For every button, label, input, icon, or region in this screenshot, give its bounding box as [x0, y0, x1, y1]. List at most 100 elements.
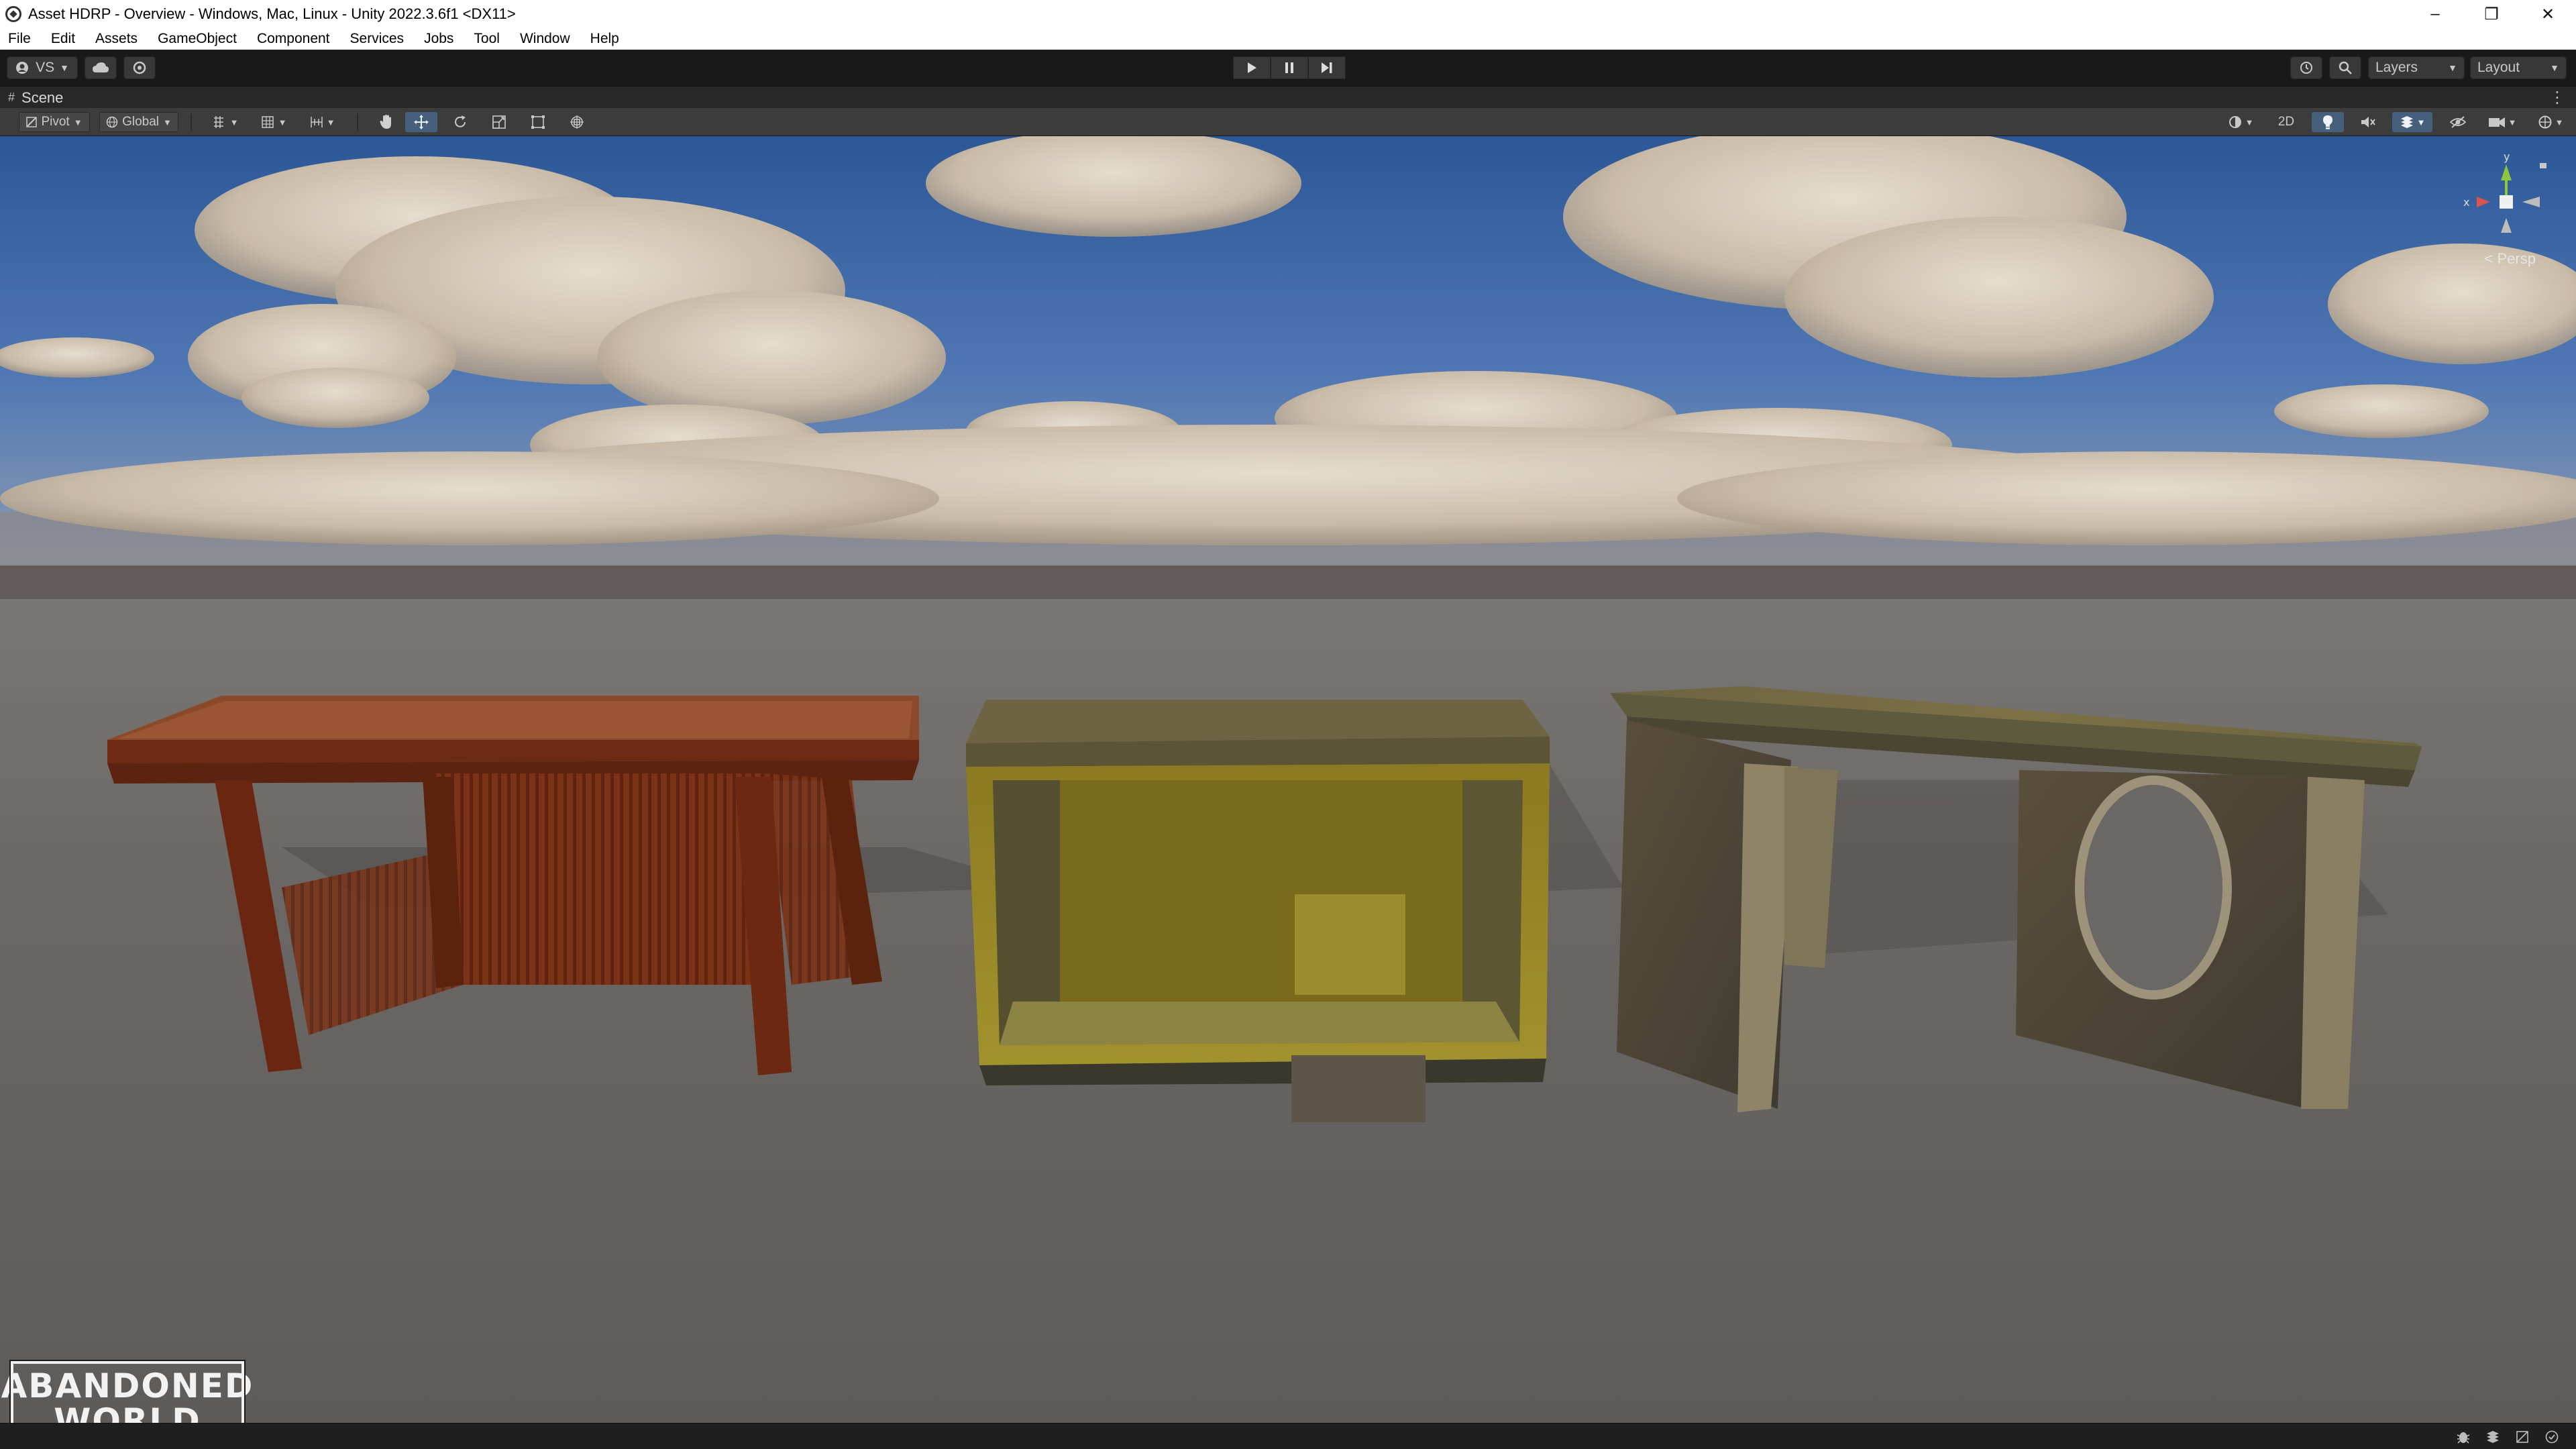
restore-button[interactable]: ❐: [2463, 0, 2520, 28]
minimize-button[interactable]: –: [2407, 0, 2463, 28]
rect-tool-icon: [531, 115, 545, 129]
progress-done-icon[interactable]: [2537, 1428, 2567, 1446]
gizmo-x-label: x: [2463, 196, 2469, 209]
grid-snap-dropdown[interactable]: ▼: [203, 112, 248, 132]
logo-line1: ABANDONED: [1, 1366, 254, 1405]
menu-window[interactable]: Window: [520, 31, 570, 47]
lighting-toggle[interactable]: [2312, 112, 2344, 132]
2d-toggle[interactable]: 2D: [2270, 112, 2302, 132]
layers-label: Layers: [2375, 60, 2418, 75]
lighting-icon: [2323, 115, 2332, 129]
step-button[interactable]: [1308, 56, 1346, 79]
snap-increment-dropdown[interactable]: ▼: [251, 112, 297, 132]
search-icon: [2339, 61, 2352, 74]
gizmos-icon: [2538, 115, 2552, 129]
gizmo-y-label: y: [2504, 150, 2510, 163]
move-tool-button[interactable]: [405, 112, 437, 132]
status-icons: [2449, 1428, 2567, 1446]
tab-scene[interactable]: # Scene: [8, 87, 63, 109]
chevron-down-icon: ▼: [2245, 117, 2254, 127]
scene-tab-label: Scene: [21, 89, 64, 106]
rotate-tool-icon: [455, 115, 466, 127]
scene-render: [0, 136, 2576, 1423]
scale-tool-button[interactable]: [483, 112, 515, 132]
grid-icon: [213, 116, 223, 128]
scene-tab-icon: #: [8, 91, 15, 104]
main-toolbar: VS ▼ Layers ▼ Layout ▼: [0, 50, 2576, 86]
close-button[interactable]: ✕: [2520, 0, 2576, 28]
pivot-dropdown[interactable]: Pivot ▼: [19, 112, 90, 132]
chevron-down-icon: ▼: [2508, 117, 2517, 127]
pivot-icon: [26, 117, 38, 127]
account-label: VS: [36, 60, 55, 75]
scene-viewport[interactable]: y x < Persp ABANDONED WORLD: [0, 136, 2576, 1423]
rect-tool-button[interactable]: [522, 112, 554, 132]
2d-label: 2D: [2277, 115, 2295, 129]
account-dropdown[interactable]: VS ▼: [7, 56, 78, 79]
audio-toggle[interactable]: [2352, 112, 2384, 132]
menu-edit[interactable]: Edit: [51, 31, 75, 47]
chevron-down-icon: ▼: [2555, 117, 2564, 127]
gizmos-dropdown[interactable]: ▼: [2530, 112, 2571, 132]
scene-toolbar: Pivot ▼ Global ▼ ▼ ▼ ▼ ▼ 2D ▼ ▼ ▼: [0, 108, 2576, 136]
collab-button[interactable]: [123, 56, 156, 79]
chevron-down-icon: ▼: [229, 117, 239, 127]
menu-bar: File Edit Assets GameObject Component Se…: [0, 28, 2576, 50]
chevron-down-icon: ▼: [60, 62, 69, 73]
global-dropdown[interactable]: Global ▼: [99, 112, 178, 132]
window-title: Asset HDRP - Overview - Windows, Mac, Li…: [28, 5, 516, 22]
menu-assets[interactable]: Assets: [95, 31, 138, 47]
layout-dropdown[interactable]: Layout ▼: [2470, 56, 2567, 79]
layout-label: Layout: [2477, 60, 2520, 75]
chevron-down-icon: ▼: [278, 117, 287, 127]
more-options-icon[interactable]: ⋮: [2549, 88, 2565, 107]
pause-button[interactable]: [1271, 56, 1308, 79]
menu-jobs[interactable]: Jobs: [424, 31, 453, 47]
menu-file[interactable]: File: [8, 31, 31, 47]
search-button[interactable]: [2329, 56, 2361, 79]
chevron-down-icon: ▼: [163, 117, 172, 127]
play-icon: [1248, 62, 1256, 73]
unity-logo-icon: [5, 6, 21, 22]
account-icon: [16, 62, 29, 74]
toolbar-separator: [191, 113, 192, 131]
global-label: Global: [122, 115, 160, 129]
globe-icon: [106, 116, 118, 128]
layers-dropdown[interactable]: Layers ▼: [2368, 56, 2465, 79]
chevron-down-icon: ▼: [73, 117, 83, 127]
menu-help[interactable]: Help: [590, 31, 619, 47]
menu-services[interactable]: Services: [350, 31, 405, 47]
visibility-toggle[interactable]: [2442, 112, 2474, 132]
transform-tool-button[interactable]: [561, 112, 593, 132]
scene-tab-bar: # Scene ⋮: [0, 86, 2576, 108]
menu-gameobject[interactable]: GameObject: [158, 31, 237, 47]
cloud-icon: [93, 62, 109, 72]
hand-tool-button[interactable]: [370, 112, 402, 132]
draw-mode-dropdown[interactable]: ▼: [2220, 112, 2261, 132]
camera-icon: [2488, 117, 2505, 127]
collab-icon: [133, 61, 146, 74]
cache-server-icon[interactable]: [2478, 1428, 2508, 1446]
network-icon[interactable]: [2508, 1428, 2537, 1446]
align-dropdown[interactable]: ▼: [299, 112, 345, 132]
history-button[interactable]: [2290, 56, 2322, 79]
play-button[interactable]: [1233, 56, 1271, 79]
shading-mode-icon: [2229, 116, 2241, 128]
history-icon: [2300, 62, 2312, 74]
chevron-left-icon: <: [2484, 250, 2493, 267]
hand-tool-icon: [380, 115, 391, 129]
debug-icon[interactable]: [2449, 1428, 2478, 1446]
logo-line2: WORLD: [54, 1401, 201, 1423]
cloud-button[interactable]: [85, 56, 117, 79]
menu-tool[interactable]: Tool: [474, 31, 500, 47]
yellow-box-object: [966, 700, 1550, 1122]
snap-icon: [261, 116, 274, 128]
rotate-tool-button[interactable]: [444, 112, 476, 132]
menu-component[interactable]: Component: [257, 31, 330, 47]
effects-dropdown[interactable]: ▼: [2392, 112, 2432, 132]
window-controls: – ❐ ✕: [2407, 0, 2576, 28]
projection-toggle[interactable]: < Persp: [2485, 250, 2536, 268]
camera-dropdown[interactable]: ▼: [2482, 112, 2522, 132]
persp-label: Persp: [2497, 250, 2536, 267]
transform-tool-icon: [570, 115, 584, 129]
